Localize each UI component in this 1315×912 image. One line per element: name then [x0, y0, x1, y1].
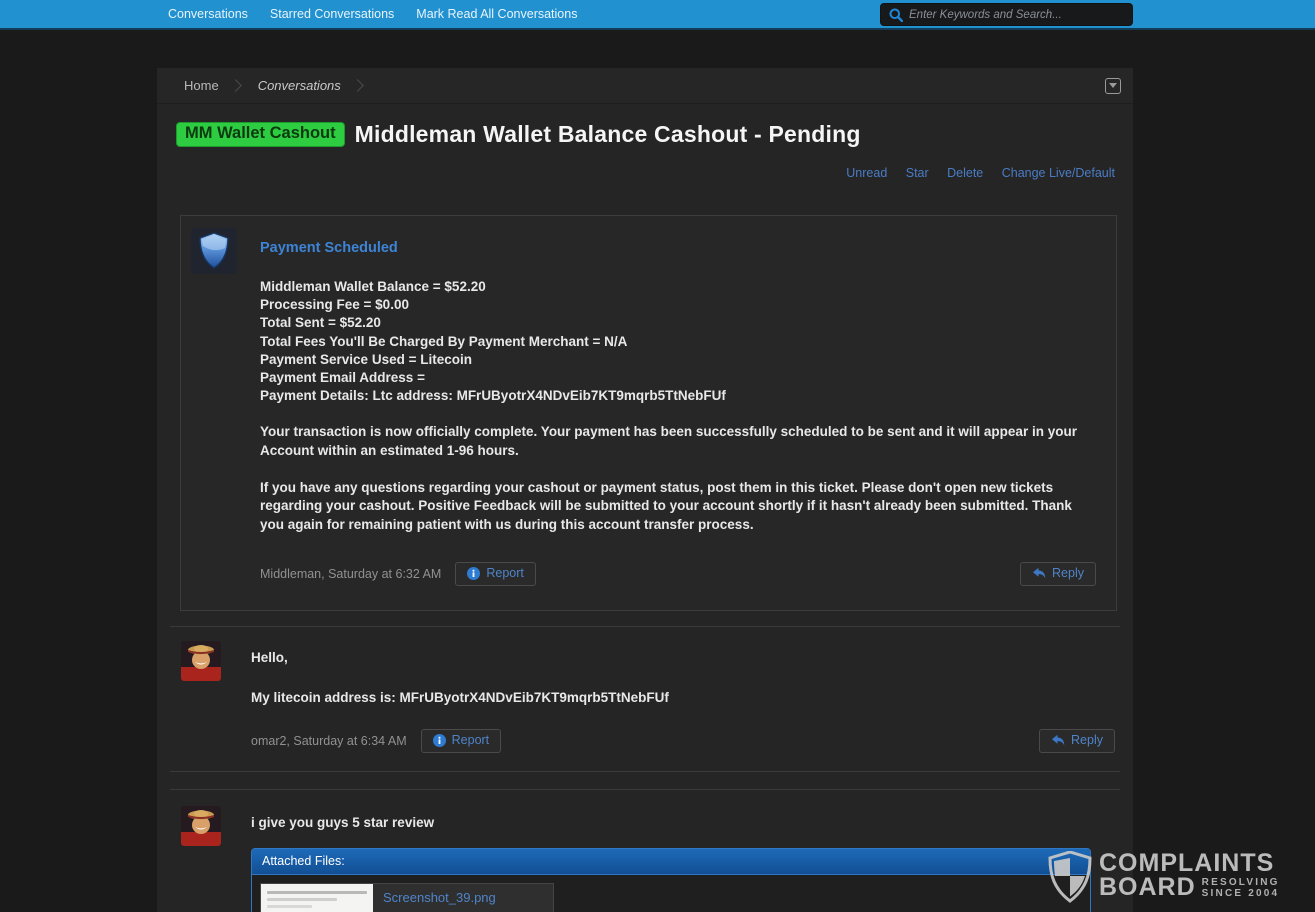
post-omar2-wrapper: Hello, My litecoin address is: MFrUByotr… — [170, 626, 1120, 772]
post-payment-scheduled: Payment Scheduled Middleman Wallet Balan… — [180, 215, 1117, 611]
watermark-tagline: RESOLVING SINCE 2004 — [1202, 875, 1280, 899]
report-button[interactable]: Report — [421, 729, 502, 753]
info-icon — [433, 734, 446, 747]
shield-icon — [198, 232, 230, 270]
attached-files-box: Attached Files: Screenshot_39.png — [251, 848, 1091, 912]
nav-conversations[interactable]: Conversations — [168, 7, 248, 21]
reply-label: Reply — [1052, 566, 1084, 581]
star-link[interactable]: Star — [906, 166, 929, 180]
post-content: i give you guys 5 star review Attached F… — [251, 806, 1115, 912]
detail-line: Middleman Wallet Balance = $52.20 — [260, 278, 1096, 296]
chevron-down-icon — [1109, 83, 1117, 88]
detail-line: Payment Email Address = — [260, 369, 1096, 387]
detail-line: Total Sent = $52.20 — [260, 314, 1096, 332]
report-label: Report — [452, 733, 490, 748]
payment-details-block: Middleman Wallet Balance = $52.20 Proces… — [260, 278, 1096, 405]
post-paragraph: My litecoin address is: MFrUByotrX4NDvEi… — [251, 689, 1115, 707]
post-meta: omar2, Saturday at 6:34 AM — [251, 734, 407, 748]
post-footer: Middleman, Saturday at 6:32 AM Report Re… — [260, 562, 1096, 586]
breadcrumb: Home Conversations — [157, 68, 1133, 104]
change-live-default-link[interactable]: Change Live/Default — [1002, 166, 1115, 180]
post-omar2: Hello, My litecoin address is: MFrUByotr… — [170, 626, 1120, 771]
avatar[interactable] — [181, 806, 221, 846]
info-icon — [467, 567, 480, 580]
report-label: Report — [486, 566, 524, 581]
nav-mark-read-all[interactable]: Mark Read All Conversations — [416, 7, 577, 21]
avatar[interactable] — [191, 228, 237, 274]
user-avatar-icon — [181, 806, 221, 846]
attachment-filename-link[interactable]: Screenshot_39.png — [383, 890, 543, 905]
chevron-right-icon — [351, 79, 364, 92]
search-icon — [889, 8, 903, 22]
post-meta: Middleman, Saturday at 6:32 AM — [260, 567, 441, 581]
detail-line: Total Fees You'll Be Charged By Payment … — [260, 333, 1096, 351]
thread-title-row: MM Wallet Cashout Middleman Wallet Balan… — [157, 104, 1133, 148]
watermark-tagline-bottom: SINCE 2004 — [1202, 888, 1280, 899]
post-paragraph: If you have any questions regarding your… — [260, 479, 1096, 535]
thread-actions: Unread Star Delete Change Live/Default — [157, 148, 1133, 182]
breadcrumb-home[interactable]: Home — [174, 78, 229, 93]
reply-arrow-icon — [1032, 567, 1046, 580]
thumbnail-content-line — [267, 891, 367, 894]
detail-line: Payment Details: Ltc address: MFrUByotrX… — [260, 387, 1096, 405]
unread-link[interactable]: Unread — [846, 166, 887, 180]
search-input[interactable] — [909, 9, 1124, 21]
post-paragraph: Your transaction is now officially compl… — [260, 423, 1096, 460]
reply-button[interactable]: Reply — [1020, 562, 1096, 586]
post-paragraph: i give you guys 5 star review — [251, 814, 1115, 832]
detail-line: Processing Fee = $0.00 — [260, 296, 1096, 314]
detail-line: Payment Service Used = Litecoin — [260, 351, 1096, 369]
thumbnail-content-line — [267, 898, 337, 901]
top-navigation-bar: Conversations Starred Conversations Mark… — [0, 0, 1315, 30]
post-footer: omar2, Saturday at 6:34 AM Report — [251, 729, 1115, 753]
attached-files-body: Screenshot_39.png File size: 46.5 KB Vie… — [252, 875, 1090, 912]
post-heading-link[interactable]: Payment Scheduled — [260, 240, 1096, 256]
quick-navigation-button[interactable] — [1105, 78, 1121, 94]
reply-arrow-icon — [1051, 734, 1065, 747]
post-content: Payment Scheduled Middleman Wallet Balan… — [260, 228, 1096, 586]
thumbnail-content-line — [267, 905, 312, 908]
content-column: Home Conversations MM Wallet Cashout Mid… — [157, 68, 1133, 912]
post-paragraph: Hello, — [251, 649, 1115, 667]
attached-files-header: Attached Files: — [252, 849, 1090, 875]
search-box[interactable] — [880, 3, 1133, 26]
thread-prefix-badge[interactable]: MM Wallet Cashout — [176, 122, 345, 147]
attachment-card: Screenshot_39.png File size: 46.5 KB Vie… — [260, 883, 554, 912]
chevron-right-icon — [229, 79, 242, 92]
attachment-info: Screenshot_39.png File size: 46.5 KB Vie… — [373, 884, 553, 912]
nav-starred-conversations[interactable]: Starred Conversations — [270, 7, 394, 21]
watermark-tagline-top: RESOLVING — [1202, 877, 1280, 888]
report-button[interactable]: Report — [455, 562, 536, 586]
attachment-thumbnail[interactable] — [261, 884, 373, 912]
breadcrumb-current: Conversations — [248, 78, 351, 93]
reply-button[interactable]: Reply — [1039, 729, 1115, 753]
post-review: i give you guys 5 star review Attached F… — [170, 789, 1120, 912]
avatar[interactable] — [181, 641, 221, 681]
reply-label: Reply — [1071, 733, 1103, 748]
post-content: Hello, My litecoin address is: MFrUByotr… — [251, 641, 1115, 753]
delete-link[interactable]: Delete — [947, 166, 983, 180]
page-title: Middleman Wallet Balance Cashout - Pendi… — [355, 121, 861, 148]
user-avatar-icon — [181, 641, 221, 681]
